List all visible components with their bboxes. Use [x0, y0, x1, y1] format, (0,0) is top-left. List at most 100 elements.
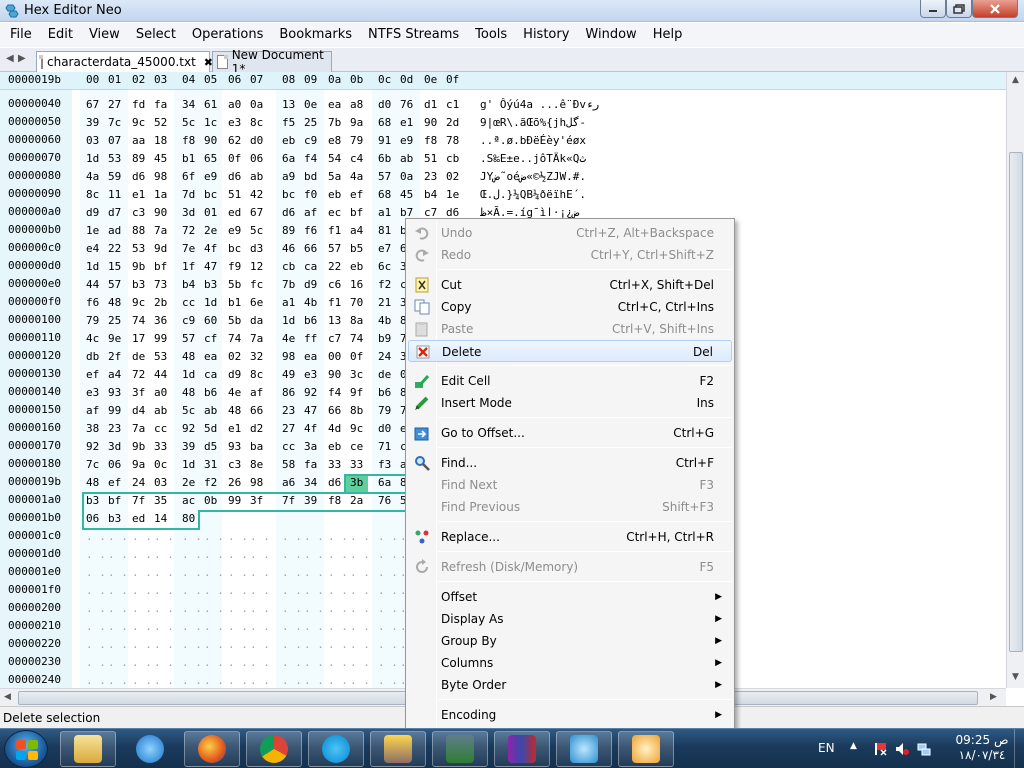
- byte-cell[interactable]: 93: [108, 384, 126, 402]
- byte-cell[interactable]: 39: [86, 114, 104, 132]
- byte-cell[interactable]: 3a: [304, 438, 322, 456]
- byte-cell[interactable]: f2: [378, 276, 396, 294]
- byte-cell[interactable]: 57: [108, 276, 126, 294]
- byte-cell[interactable]: 0c: [154, 456, 172, 474]
- taskbar-chrome-button[interactable]: [246, 731, 302, 767]
- byte-cell[interactable]: 3d: [108, 438, 126, 456]
- taskbar-tools-button[interactable]: [370, 731, 426, 767]
- byte-cell[interactable]: 07: [108, 132, 126, 150]
- byte-cell[interactable]: 5c: [250, 222, 268, 240]
- byte-cell[interactable]: 7a: [154, 222, 172, 240]
- byte-cell[interactable]: d0: [250, 132, 268, 150]
- byte-cell[interactable]: 06: [108, 456, 126, 474]
- byte-cell[interactable]: 62: [228, 132, 246, 150]
- byte-cell[interactable]: ea: [204, 348, 222, 366]
- byte-cell[interactable]: af: [304, 204, 322, 222]
- vertical-scroll-thumb[interactable]: [1009, 152, 1023, 652]
- byte-cell[interactable]: de: [132, 348, 150, 366]
- byte-cell[interactable]: bc: [282, 186, 300, 204]
- byte-cell[interactable]: 89: [132, 150, 150, 168]
- byte-cell[interactable]: 90: [154, 204, 172, 222]
- start-button[interactable]: [4, 730, 48, 768]
- byte-cell[interactable]: d0: [378, 420, 396, 438]
- taskbar-hex-editor-neo-button[interactable]: [556, 731, 612, 767]
- byte-cell[interactable]: cb: [282, 258, 300, 276]
- byte-cell[interactable]: d2: [250, 420, 268, 438]
- byte-cell[interactable]: cc: [282, 438, 300, 456]
- byte-cell[interactable]: 3f: [132, 384, 150, 402]
- byte-cell[interactable]: 48: [182, 348, 200, 366]
- byte-cell[interactable]: fc: [250, 276, 268, 294]
- byte-cell[interactable]: ab: [154, 402, 172, 420]
- menu-bookmarks[interactable]: Bookmarks: [271, 24, 360, 46]
- taskbar-skype-button[interactable]: [308, 731, 364, 767]
- scroll-up-icon[interactable]: ▲: [1012, 75, 1019, 85]
- byte-cell[interactable]: af: [250, 384, 268, 402]
- byte-cell[interactable]: 70: [350, 294, 368, 312]
- tab-scroll-right-icon[interactable]: ▶: [18, 53, 26, 64]
- byte-cell[interactable]: d4: [132, 402, 150, 420]
- byte-cell[interactable]: 54: [328, 150, 346, 168]
- byte-cell[interactable]: 06: [250, 150, 268, 168]
- byte-cell[interactable]: 74: [132, 312, 150, 330]
- byte-cell[interactable]: 4e: [282, 330, 300, 348]
- byte-cell[interactable]: 11: [108, 186, 126, 204]
- byte-cell[interactable]: 7a: [250, 330, 268, 348]
- byte-cell[interactable]: 01: [204, 204, 222, 222]
- tab-scroll-left-icon[interactable]: ◀: [6, 53, 14, 64]
- byte-cell[interactable]: cc: [182, 294, 200, 312]
- byte-cell[interactable]: 7a: [132, 420, 150, 438]
- menu-item-copy[interactable]: Copy Ctrl+C, Ctrl+Ins: [408, 296, 732, 318]
- byte-cell[interactable]: bf: [154, 258, 172, 276]
- byte-cell[interactable]: 12: [250, 258, 268, 276]
- byte-cell[interactable]: 47: [204, 258, 222, 276]
- byte-cell[interactable]: 74: [350, 330, 368, 348]
- byte-cell[interactable]: 6e: [250, 294, 268, 312]
- byte-cell[interactable]: a4: [108, 366, 126, 384]
- byte-cell[interactable]: 45: [154, 150, 172, 168]
- menu-history[interactable]: History: [515, 24, 577, 46]
- taskbar-firefox-button[interactable]: [184, 731, 240, 767]
- byte-cell[interactable]: 7b: [282, 276, 300, 294]
- byte-cell[interactable]: 0f: [350, 348, 368, 366]
- tab-new-document[interactable]: New Document 1*: [212, 48, 332, 76]
- byte-cell[interactable]: 57: [378, 168, 396, 186]
- byte-cell[interactable]: 00: [328, 348, 346, 366]
- byte-cell[interactable]: f5: [282, 114, 300, 132]
- byte-cell[interactable]: 8b: [350, 402, 368, 420]
- byte-cell[interactable]: 4f: [304, 420, 322, 438]
- byte-cell[interactable]: 49: [282, 366, 300, 384]
- byte-cell[interactable]: 31: [204, 456, 222, 474]
- scroll-right-icon[interactable]: ▶: [990, 692, 997, 702]
- byte-cell[interactable]: eb: [328, 186, 346, 204]
- byte-cell[interactable]: fa: [304, 456, 322, 474]
- byte-cell[interactable]: a4: [350, 222, 368, 240]
- byte-cell[interactable]: 1d: [86, 150, 104, 168]
- byte-cell[interactable]: 9c: [132, 114, 150, 132]
- byte-cell[interactable]: ab: [400, 150, 418, 168]
- menu-item-columns[interactable]: Columns ▶: [408, 652, 732, 674]
- byte-cell[interactable]: e1: [228, 420, 246, 438]
- menu-item-replace[interactable]: Replace... Ctrl+H, Ctrl+R: [408, 526, 732, 548]
- byte-cell[interactable]: 7b: [328, 114, 346, 132]
- byte-cell[interactable]: cb: [446, 150, 464, 168]
- byte-cell[interactable]: 59: [108, 168, 126, 186]
- byte-cell[interactable]: 02: [446, 168, 464, 186]
- byte-cell[interactable]: 8c: [86, 186, 104, 204]
- byte-cell[interactable]: 51: [228, 186, 246, 204]
- byte-cell[interactable]: 2e: [182, 474, 200, 492]
- byte-cell[interactable]: 9b: [132, 438, 150, 456]
- byte-cell[interactable]: 33: [350, 456, 368, 474]
- byte-cell[interactable]: aa: [132, 132, 150, 150]
- byte-cell[interactable]: 13: [282, 96, 300, 114]
- scroll-left-icon[interactable]: ◀: [4, 692, 11, 702]
- byte-cell[interactable]: b5: [350, 240, 368, 258]
- menu-help[interactable]: Help: [645, 24, 691, 46]
- byte-cell[interactable]: 92: [304, 384, 322, 402]
- byte-cell[interactable]: 16: [350, 276, 368, 294]
- byte-cell[interactable]: a1: [378, 204, 396, 222]
- byte-cell[interactable]: 1e: [446, 186, 464, 204]
- byte-cell[interactable]: 58: [282, 456, 300, 474]
- byte-cell[interactable]: b4: [182, 276, 200, 294]
- menu-item-insert-mode[interactable]: Insert Mode Ins: [408, 392, 732, 414]
